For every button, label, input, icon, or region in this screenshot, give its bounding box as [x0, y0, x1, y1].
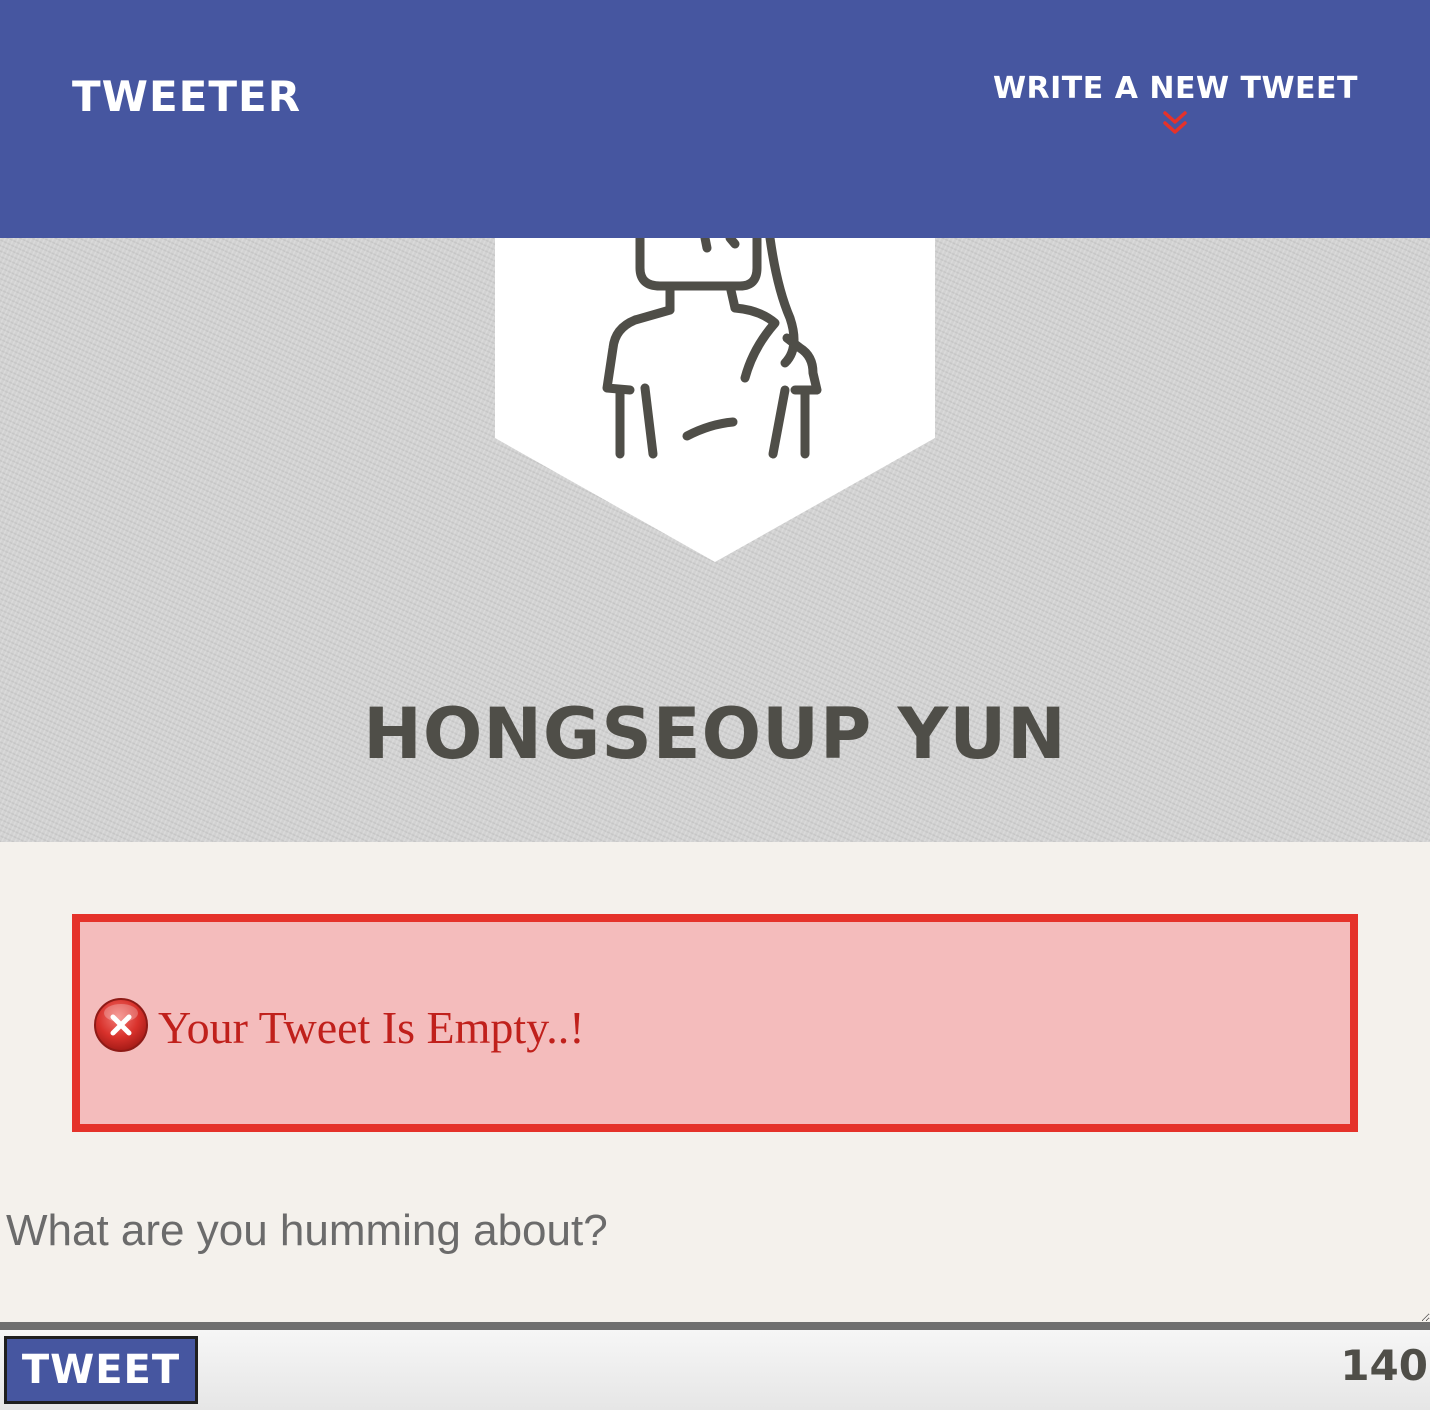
write-new-tweet-label: WRITE A NEW TWEET	[992, 71, 1358, 106]
brand-logo[interactable]: TWEETER	[72, 72, 301, 122]
write-new-tweet-toggle[interactable]: WRITE A NEW TWEET	[993, 70, 1358, 138]
profile-name: HONGSEOUP YUN	[363, 693, 1067, 775]
error-message-box: Your Tweet Is Empty..!	[72, 914, 1358, 1132]
character-counter: 140	[1340, 1341, 1428, 1390]
double-chevron-down-icon	[1163, 111, 1188, 134]
error-message-text: Your Tweet Is Empty..!	[158, 1002, 585, 1053]
top-navbar: TWEETER WRITE A NEW TWEET	[0, 0, 1430, 238]
tweet-textarea[interactable]	[0, 1192, 1430, 1322]
composer-footer: TWEET 140	[0, 1322, 1430, 1410]
profile-header: HONGSEOUP YUN	[0, 238, 1430, 842]
tweet-submit-button[interactable]: TWEET	[4, 1336, 198, 1404]
user-avatar-icon	[495, 238, 935, 562]
error-x-icon	[94, 998, 148, 1052]
